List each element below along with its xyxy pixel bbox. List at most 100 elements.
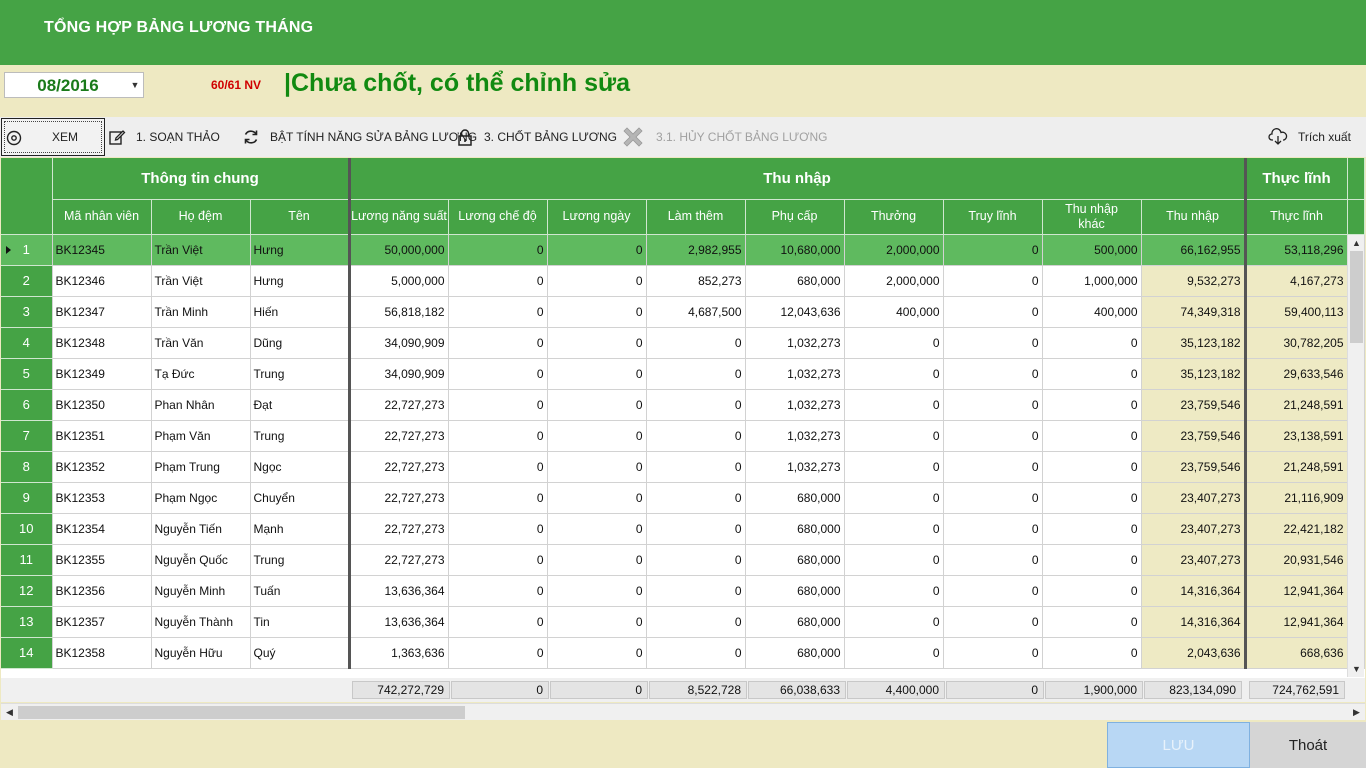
- save-button[interactable]: LƯU: [1107, 722, 1250, 768]
- scroll-right-icon[interactable]: ▶: [1348, 704, 1365, 721]
- row-number[interactable]: 7: [1, 420, 53, 452]
- horizontal-scrollbar[interactable]: ◀ ▶: [1, 703, 1365, 720]
- cell-overtime[interactable]: 0: [646, 606, 746, 638]
- cell-daily-salary[interactable]: 0: [547, 544, 647, 576]
- cell-allowance[interactable]: 1,032,273: [745, 327, 845, 359]
- cell-perf-salary[interactable]: 34,090,909: [349, 327, 449, 359]
- cell-other-income[interactable]: 0: [1042, 637, 1142, 669]
- cell-policy-salary[interactable]: 0: [448, 606, 548, 638]
- table-row[interactable]: 11 BK12355 Nguyễn Quốc Trung 22,727,273 0 0 0 68…: [1, 544, 1365, 576]
- cell-perf-salary[interactable]: 22,727,273: [349, 513, 449, 545]
- lock-payroll-button[interactable]: 3. CHỐT BẢNG LƯƠNG: [456, 117, 617, 157]
- scroll-thumb[interactable]: [18, 706, 465, 719]
- scroll-down-icon[interactable]: ▼: [1348, 661, 1365, 677]
- cell-first-name[interactable]: Trung: [250, 420, 351, 452]
- cell-retro-pay[interactable]: 0: [943, 544, 1043, 576]
- cell-retro-pay[interactable]: 0: [943, 389, 1043, 421]
- cell-perf-salary[interactable]: 22,727,273: [349, 482, 449, 514]
- cell-net-pay[interactable]: 53,118,296: [1245, 234, 1348, 266]
- cell-policy-salary[interactable]: 0: [448, 420, 548, 452]
- cell-allowance[interactable]: 680,000: [745, 575, 845, 607]
- cell-net-pay[interactable]: 12,941,364: [1245, 606, 1348, 638]
- table-row[interactable]: 6 BK12350 Phan Nhân Đạt 22,727,273 0 0 0 1,032,2…: [1, 389, 1365, 421]
- cell-last-name[interactable]: Phạm Văn: [151, 420, 251, 452]
- cell-last-name[interactable]: Trần Minh: [151, 296, 251, 328]
- cell-allowance[interactable]: 1,032,273: [745, 451, 845, 483]
- cell-allowance[interactable]: 12,043,636: [745, 296, 845, 328]
- cell-daily-salary[interactable]: 0: [547, 234, 647, 266]
- cell-perf-salary[interactable]: 22,727,273: [349, 420, 449, 452]
- row-number[interactable]: 8: [1, 451, 53, 483]
- cell-policy-salary[interactable]: 0: [448, 451, 548, 483]
- table-row[interactable]: 9 BK12353 Phạm Ngọc Chuyển 22,727,273 0 0 0 680,…: [1, 482, 1365, 514]
- col-header-other-income[interactable]: Thu nhập khác: [1042, 199, 1142, 235]
- col-header-total-income[interactable]: Thu nhập: [1141, 199, 1247, 235]
- edit-button[interactable]: 1. SOẠN THẢO: [108, 117, 220, 157]
- cell-first-name[interactable]: Trung: [250, 358, 351, 390]
- cell-allowance[interactable]: 1,032,273: [745, 358, 845, 390]
- row-number[interactable]: 10: [1, 513, 53, 545]
- col-header-perf-salary[interactable]: Lương năng suất: [349, 199, 449, 235]
- cell-other-income[interactable]: 0: [1042, 389, 1142, 421]
- row-number[interactable]: 9: [1, 482, 53, 514]
- cell-emp-id[interactable]: BK12347: [52, 296, 152, 328]
- cell-first-name[interactable]: Quý: [250, 637, 351, 669]
- cell-other-income[interactable]: 0: [1042, 358, 1142, 390]
- cell-policy-salary[interactable]: 0: [448, 234, 548, 266]
- cell-bonus[interactable]: 0: [844, 358, 944, 390]
- cell-other-income[interactable]: 0: [1042, 606, 1142, 638]
- cell-total-income[interactable]: 23,759,546: [1141, 451, 1247, 483]
- cell-retro-pay[interactable]: 0: [943, 296, 1043, 328]
- cell-emp-id[interactable]: BK12357: [52, 606, 152, 638]
- period-select[interactable]: 08/2016 ▼: [4, 72, 144, 98]
- cell-first-name[interactable]: Ngọc: [250, 451, 351, 483]
- cell-other-income[interactable]: 0: [1042, 544, 1142, 576]
- cell-retro-pay[interactable]: 0: [943, 234, 1043, 266]
- cell-total-income[interactable]: 35,123,182: [1141, 358, 1247, 390]
- cell-daily-salary[interactable]: 0: [547, 358, 647, 390]
- cell-net-pay[interactable]: 30,782,205: [1245, 327, 1348, 359]
- cell-allowance[interactable]: 680,000: [745, 606, 845, 638]
- cell-other-income[interactable]: 500,000: [1042, 234, 1142, 266]
- col-header-net-pay[interactable]: Thực lĩnh: [1245, 199, 1348, 235]
- unlock-payroll-button[interactable]: 3.1. HỦY CHỐT BẢNG LƯƠNG: [620, 117, 827, 157]
- cell-policy-salary[interactable]: 0: [448, 265, 548, 297]
- cell-daily-salary[interactable]: 0: [547, 265, 647, 297]
- cell-net-pay[interactable]: 668,636: [1245, 637, 1348, 669]
- scroll-left-icon[interactable]: ◀: [1, 704, 18, 721]
- cell-retro-pay[interactable]: 0: [943, 482, 1043, 514]
- cell-net-pay[interactable]: 4,167,273: [1245, 265, 1348, 297]
- cell-bonus[interactable]: 0: [844, 544, 944, 576]
- cell-emp-id[interactable]: BK12349: [52, 358, 152, 390]
- cell-emp-id[interactable]: BK12351: [52, 420, 152, 452]
- cell-allowance[interactable]: 10,680,000: [745, 234, 845, 266]
- scroll-thumb[interactable]: [1350, 251, 1363, 343]
- cell-last-name[interactable]: Trần Việt: [151, 265, 251, 297]
- cell-emp-id[interactable]: BK12346: [52, 265, 152, 297]
- cell-last-name[interactable]: Phạm Trung: [151, 451, 251, 483]
- row-number[interactable]: 14: [1, 637, 53, 669]
- cell-total-income[interactable]: 66,162,955: [1141, 234, 1247, 266]
- cell-allowance[interactable]: 680,000: [745, 265, 845, 297]
- cell-first-name[interactable]: Chuyển: [250, 482, 351, 514]
- cell-retro-pay[interactable]: 0: [943, 637, 1043, 669]
- cell-bonus[interactable]: 0: [844, 327, 944, 359]
- table-row[interactable]: 5 BK12349 Tạ Đức Trung 34,090,909 0 0 0 1,032,27…: [1, 358, 1365, 390]
- cell-total-income[interactable]: 23,407,273: [1141, 544, 1247, 576]
- row-number[interactable]: 4: [1, 327, 53, 359]
- table-row[interactable]: 1 BK12345 Trần Việt Hưng 50,000,000 0 0 2,982,9…: [1, 234, 1365, 266]
- cell-policy-salary[interactable]: 0: [448, 637, 548, 669]
- cell-emp-id[interactable]: BK12345: [52, 234, 152, 266]
- cell-net-pay[interactable]: 20,931,546: [1245, 544, 1348, 576]
- cell-net-pay[interactable]: 21,248,591: [1245, 451, 1348, 483]
- cell-policy-salary[interactable]: 0: [448, 482, 548, 514]
- cell-first-name[interactable]: Hiến: [250, 296, 351, 328]
- col-header-emp-id[interactable]: Mã nhân viên: [52, 199, 152, 235]
- cell-perf-salary[interactable]: 56,818,182: [349, 296, 449, 328]
- cell-total-income[interactable]: 9,532,273: [1141, 265, 1247, 297]
- cell-allowance[interactable]: 680,000: [745, 513, 845, 545]
- cell-total-income[interactable]: 23,407,273: [1141, 513, 1247, 545]
- cell-daily-salary[interactable]: 0: [547, 296, 647, 328]
- cell-perf-salary[interactable]: 13,636,364: [349, 606, 449, 638]
- cell-net-pay[interactable]: 21,116,909: [1245, 482, 1348, 514]
